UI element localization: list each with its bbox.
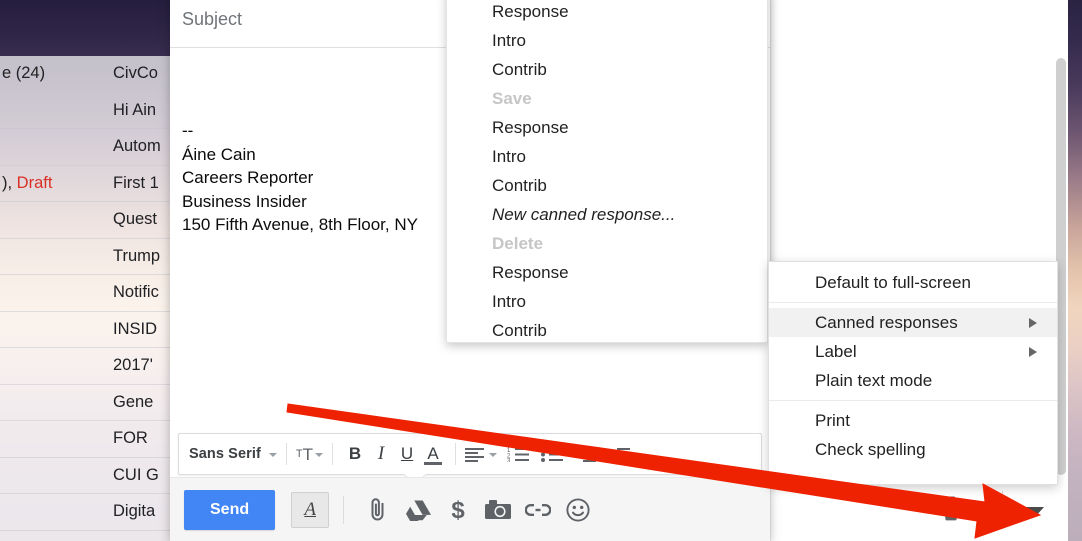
mail-list-row[interactable]: e (24) CivCo (0, 56, 175, 93)
outdent-icon (576, 447, 597, 462)
chevron-down-icon (315, 453, 324, 457)
menu-item-print[interactable]: Print (769, 406, 1057, 435)
bulleted-list-button[interactable] (539, 440, 565, 468)
mail-row-subject: INSID (113, 319, 158, 338)
new-canned-response-item[interactable]: New canned response... (447, 200, 767, 229)
mail-list-row[interactable]: Trump (0, 239, 175, 275)
screen: e (24) CivCo Hi Ain Autom ), Draft First 1 Que… (0, 0, 1082, 541)
indent-icon (610, 447, 631, 462)
toolbar-divider (455, 443, 457, 465)
canned-menu-item[interactable]: Intro (447, 26, 767, 55)
text-color-button[interactable]: A (420, 440, 446, 468)
submenu-arrow-icon (1029, 346, 1037, 357)
formatting-options-icon[interactable]: A (291, 491, 330, 528)
compose-more-options-menu[interactable]: Default to full-screen Canned responses … (768, 261, 1058, 485)
bulleted-list-icon (541, 446, 564, 462)
font-family-selector[interactable]: Sans Serif (189, 440, 277, 468)
camera-icon[interactable] (478, 490, 518, 530)
canned-menu-item[interactable]: Intro (447, 142, 767, 171)
canned-menu-item[interactable]: Intro (447, 287, 767, 316)
chevron-down-icon[interactable] (1026, 505, 1044, 523)
canned-menu-item[interactable]: Response (447, 258, 767, 287)
mail-row-subject: Notific (113, 283, 159, 302)
send-button[interactable]: Send (184, 489, 276, 530)
mail-row-subject: CivCo (113, 64, 158, 83)
menu-item-check-spelling[interactable]: Check spelling (769, 435, 1057, 464)
mail-row-subject: Quest (113, 210, 158, 229)
svg-text:3: 3 (507, 458, 511, 462)
font-size-button[interactable]: TT (295, 440, 324, 468)
mail-row-subject: Autom (113, 137, 161, 156)
numbered-list-icon: 1 2 3 (507, 447, 530, 462)
underline-button[interactable]: U (394, 440, 420, 468)
mail-list-row[interactable]: Digita (0, 494, 175, 531)
mail-list-row[interactable]: Gene (0, 385, 175, 421)
menu-item-label: Canned responses (815, 313, 958, 332)
mail-list-header-shade (0, 0, 175, 56)
menu-divider (769, 302, 1057, 303)
mail-list-row[interactable]: ), Draft First 1 (0, 166, 175, 202)
italic-button[interactable]: I (368, 440, 394, 468)
mail-row-subject: Digita (113, 502, 156, 521)
formatting-toolbar: Sans Serif TT B I U A 1 2 3 (178, 433, 762, 475)
menu-item-plain-text-mode[interactable]: Plain text mode (769, 366, 1057, 395)
font-family-label: Sans Serif (189, 446, 261, 462)
google-drive-icon[interactable] (398, 490, 438, 530)
mail-list[interactable]: e (24) CivCo Hi Ain Autom ), Draft First 1 Que… (0, 56, 175, 541)
link-icon[interactable] (518, 490, 558, 530)
mail-row-subject: Gene (113, 392, 154, 411)
menu-item-canned-responses[interactable]: Canned responses (769, 308, 1057, 337)
outdent-button[interactable] (573, 440, 599, 468)
emoji-smiley-icon[interactable] (558, 490, 598, 530)
mail-list-row[interactable]: Hi Ain (0, 93, 175, 129)
menu-item-default-full-screen[interactable]: Default to full-screen (769, 268, 1057, 297)
mail-row-subject: Trump (113, 246, 161, 265)
canned-menu-item[interactable]: Contrib (447, 316, 767, 345)
draft-badge: Draft (16, 173, 53, 192)
mail-row-subject: FOR (113, 429, 148, 448)
mail-row-subject: CUI G (113, 465, 159, 484)
dollar-sign-icon[interactable]: $ (438, 490, 478, 530)
align-left-icon (465, 447, 485, 462)
menu-item-label[interactable]: Label (769, 337, 1057, 366)
canned-responses-submenu[interactable]: Response Intro Contrib Save Response Int… (446, 0, 768, 343)
canned-menu-section-save: Save (492, 89, 532, 108)
canned-menu-item[interactable]: Contrib (447, 171, 767, 200)
compose-action-bar: Send A $ (170, 477, 770, 541)
menu-item-label-text: Label (815, 342, 857, 361)
canned-menu-item[interactable]: Response (447, 113, 767, 142)
bold-button[interactable]: B (342, 440, 368, 468)
action-bar-divider (343, 495, 345, 524)
mail-list-row[interactable]: CUI G (0, 458, 175, 494)
mail-list-row[interactable]: 2017' (0, 348, 175, 385)
text-size-icon: TT (295, 444, 314, 464)
action-bar-divider (1002, 491, 1003, 525)
numbered-list-button[interactable]: 1 2 3 (505, 440, 531, 468)
chevron-down-icon (489, 453, 498, 457)
mail-list-row[interactable]: Quest (0, 202, 175, 239)
chevron-down-icon (268, 453, 277, 457)
trash-can-icon[interactable] (940, 495, 962, 526)
mail-row-meta: ), Draft (2, 173, 53, 192)
mail-list-row[interactable]: Autom (0, 129, 175, 166)
toolbar-divider (332, 443, 334, 465)
canned-menu-item[interactable]: Contrib (447, 55, 767, 84)
svg-text:$: $ (451, 497, 465, 523)
mail-list-row[interactable]: INSID (0, 312, 175, 348)
toolbar-divider (285, 443, 287, 465)
mail-row-subject: 2017' (113, 356, 153, 375)
indent-button[interactable] (607, 440, 633, 468)
menu-divider (769, 400, 1057, 401)
mail-row-subject: First 1 (113, 173, 159, 192)
mail-list-row[interactable]: Notific (0, 275, 175, 312)
paperclip-icon[interactable] (358, 490, 398, 530)
mail-row-meta: e (24) (2, 64, 46, 83)
canned-menu-item[interactable]: Response (447, 0, 767, 26)
align-button[interactable] (465, 440, 498, 468)
mail-list-row[interactable]: FOR (0, 421, 175, 458)
submenu-arrow-icon (1029, 317, 1037, 328)
canned-menu-section-delete: Delete (492, 234, 544, 253)
mail-row-subject: Hi Ain (113, 100, 157, 119)
